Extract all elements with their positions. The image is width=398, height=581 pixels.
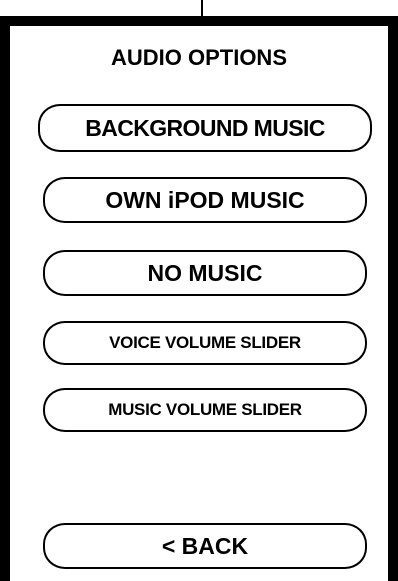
back-button[interactable]: < BACK	[43, 523, 367, 569]
music-volume-slider-button[interactable]: MUSIC VOLUME SLIDER	[43, 388, 367, 432]
back-label: < BACK	[161, 532, 249, 559]
audio-options-panel: AUDIO OPTIONS BACKGROUND MUSIC OWN iPOD …	[0, 16, 398, 581]
background-music-button[interactable]: BACKGROUND MUSIC	[38, 104, 372, 152]
screen-title: AUDIO OPTIONS	[110, 45, 287, 70]
background-music-label: BACKGROUND MUSIC	[85, 114, 325, 141]
voice-volume-slider-label: VOICE VOLUME SLIDER	[109, 333, 301, 352]
own-ipod-music-button[interactable]: OWN iPOD MUSIC	[43, 177, 367, 223]
voice-volume-slider-button[interactable]: VOICE VOLUME SLIDER	[43, 321, 367, 365]
panel-hanger-line	[201, 0, 203, 17]
no-music-label: NO MUSIC	[147, 259, 263, 286]
own-ipod-music-label: OWN iPOD MUSIC	[105, 186, 305, 213]
no-music-button[interactable]: NO MUSIC	[43, 250, 367, 296]
music-volume-slider-label: MUSIC VOLUME SLIDER	[108, 400, 302, 419]
